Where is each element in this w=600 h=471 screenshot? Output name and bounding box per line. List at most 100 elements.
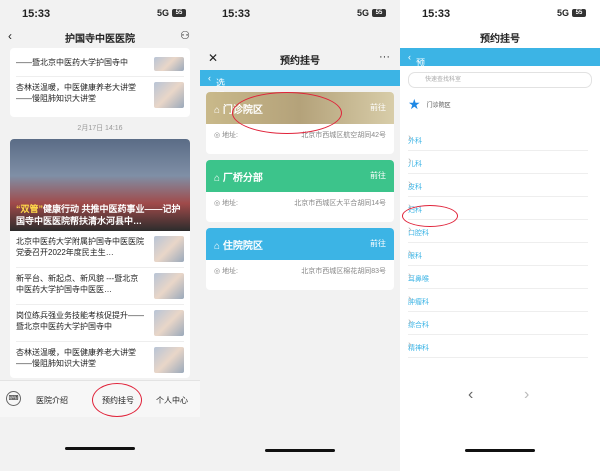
section-header: ‹ 选择院区 <box>200 70 400 127</box>
pin-icon: ◎ <box>214 200 221 207</box>
chevron-right-icon: › <box>408 247 412 259</box>
more-icon[interactable]: ··· <box>379 51 390 63</box>
article-title: 杏林送温暖，中医健康养老大讲堂——慢阻肺知识大讲堂 <box>16 348 136 368</box>
star-icon: ★ <box>408 96 421 112</box>
page-title: 预约挂号 <box>280 56 320 67</box>
department-item[interactable]: 综合科 › <box>408 312 588 335</box>
article-title: 杏林送温暖，中医健康养老大讲堂——慢阻肺知识大讲堂 <box>16 83 136 103</box>
list-item[interactable]: ——暨北京中医药大学护国寺中 <box>16 52 184 77</box>
hero-image[interactable]: “双管”健康行动 共推中医药事业——记护国寺中医医院帮扶清水河县中… <box>10 139 190 231</box>
campus-card[interactable]: ⌂ 门诊院区 前往 ◎ 地址: 北京市西城区航空胡同42号 <box>206 92 394 154</box>
battery-icon: 55 <box>172 9 186 17</box>
home-icon: ⌂ <box>214 241 221 252</box>
address-label: 地址: <box>222 268 239 275</box>
phone-home: 15:33 5G 55 ‹ 护国寺中医医院 ⚇ ——暨北京中医药大学护国寺中 杏林… <box>0 0 200 471</box>
campus-address: 北京市西城区航空胡同42号 <box>301 132 386 139</box>
highlight-ring <box>92 383 142 417</box>
highlight-ring <box>402 205 458 227</box>
battery-icon: 55 <box>372 9 386 17</box>
keyboard-icon[interactable]: ⌨ <box>6 391 21 406</box>
phone-select-department: 15:33 5G 55 预约挂号 ‹ 预约科室选择 快速查找科室 ★ 门诊院区 外科… <box>400 0 600 471</box>
status-time: 15:33 <box>422 8 451 20</box>
department-item[interactable]: 外科 › <box>408 128 588 151</box>
article-thumbnail <box>154 57 184 71</box>
department-item[interactable]: 精神科 › <box>408 335 588 358</box>
department-item[interactable]: 肿瘤科 › <box>408 289 588 312</box>
article-title: ——暨北京中医药大学护国寺中 <box>16 58 128 67</box>
home-indicator <box>465 449 535 452</box>
article-title: 新平台、新起点、新风貌 ---暨北京中医药大学护国寺中医医… <box>16 274 139 294</box>
department-item[interactable]: 耳鼻喉 › <box>408 266 588 289</box>
back-arrow-icon[interactable]: ‹ <box>468 386 473 404</box>
article-thumbnail <box>154 347 184 373</box>
campus-banner: ⌂ 厂桥分部 前往 <box>206 160 394 192</box>
department-item[interactable]: 皮科 › <box>408 174 588 197</box>
list-item[interactable]: 杏林送温暖，中医健康养老大讲堂——慢阻肺知识大讲堂 <box>16 342 184 378</box>
search-input[interactable]: 快速查找科室 <box>408 72 592 88</box>
chevron-right-icon: › <box>408 178 412 190</box>
section-header: ‹ 预约科室选择 <box>400 48 600 133</box>
list-item[interactable]: 北京中医药大学附属护国寺中医医院党委召开2022年度民主生… <box>16 231 184 268</box>
chevron-right-icon: › <box>408 339 412 351</box>
department-item[interactable]: 眼科 › <box>408 243 588 266</box>
campus-address: 北京市西城区大平合胡同14号 <box>294 200 386 207</box>
chevron-right-icon: › <box>408 293 412 305</box>
tab-bar: ⌨ 医院介绍 预约挂号 个人中心 <box>0 380 200 417</box>
article-title: 北京中医药大学附属护国寺中医医院党委召开2022年度民主生… <box>16 237 144 257</box>
outpatient-label: ★ 门诊院区 <box>408 96 451 112</box>
campus-go[interactable]: 前往 <box>370 102 386 113</box>
list-item[interactable]: 岗位练兵强业务技能考核促提升——暨北京中医药大学护国寺中 <box>16 305 184 342</box>
campus-go[interactable]: 前往 <box>370 170 386 181</box>
home-indicator <box>65 447 135 450</box>
post-date: 2月17日 14:16 <box>77 125 123 132</box>
profile-icon[interactable]: ⚇ <box>180 29 190 42</box>
article-thumbnail <box>154 310 184 336</box>
nav-bar: 预约挂号 <box>400 26 600 48</box>
campus-banner: ⌂ 住院院区 前往 <box>206 228 394 260</box>
campus-address: 北京市西城区棉花胡同83号 <box>301 268 386 275</box>
signal-text: 5G <box>556 8 569 18</box>
pin-icon: ◎ <box>214 132 221 139</box>
home-icon: ⌂ <box>214 173 221 184</box>
tab-personal-center[interactable]: 个人中心 <box>156 395 188 406</box>
department-item[interactable]: 儿科 › <box>408 151 588 174</box>
article-card: ——暨北京中医药大学护国寺中 杏林送温暖，中医健康养老大讲堂——慢阻肺知识大讲堂 <box>10 48 190 117</box>
status-bar: 15:33 5G 55 <box>400 0 600 26</box>
page-title: 预约挂号 <box>480 34 520 45</box>
pin-icon: ◎ <box>214 268 221 275</box>
section-title: 预约科室选择 <box>416 58 426 133</box>
article-card: “双管”健康行动 共推中医药事业——记护国寺中医医院帮扶清水河县中… 北京中医药… <box>10 139 190 378</box>
battery-icon: 55 <box>572 9 586 17</box>
nav-bar: ‹ 护国寺中医医院 ⚇ <box>0 26 200 48</box>
address-label: 地址: <box>222 132 239 139</box>
article-feed: ——暨北京中医药大学护国寺中 杏林送温暖，中医健康养老大讲堂——慢阻肺知识大讲堂… <box>10 48 190 384</box>
phone-select-campus: 15:33 5G55 ✕ 预约挂号 ··· ‹ 选择院区 ⌂ 门诊院区 前往 ◎… <box>200 0 400 471</box>
tab-hospital-intro[interactable]: 医院介绍 <box>36 395 68 406</box>
campus-name: 厂桥分部 <box>222 173 263 184</box>
page-title: 护国寺中医医院 <box>65 34 135 45</box>
signal-text: 5G <box>156 8 169 18</box>
status-time: 15:33 <box>222 8 251 20</box>
hero-caption-highlight: “双管” <box>16 204 44 214</box>
signal-text: 5G <box>356 8 369 18</box>
forward-arrow-icon[interactable]: › <box>524 386 529 404</box>
campus-go[interactable]: 前往 <box>370 238 386 249</box>
status-bar: 15:33 5G 55 <box>0 0 200 26</box>
chevron-right-icon: › <box>408 155 412 167</box>
chevron-right-icon: › <box>408 132 412 144</box>
campus-name: 住院院区 <box>222 241 263 252</box>
campus-card[interactable]: ⌂ 住院院区 前往 ◎ 地址: 北京市西城区棉花胡同83号 <box>206 228 394 290</box>
article-thumbnail <box>154 273 184 299</box>
campus-card[interactable]: ⌂ 厂桥分部 前往 ◎ 地址: 北京市西城区大平合胡同14号 <box>206 160 394 222</box>
highlight-ring <box>232 92 342 134</box>
article-title: 岗位练兵强业务技能考核促提升——暨北京中医药大学护国寺中 <box>16 311 144 331</box>
list-item[interactable]: 新平台、新起点、新风貌 ---暨北京中医药大学护国寺中医医… <box>16 268 184 305</box>
chevron-right-icon: › <box>408 270 412 282</box>
status-time: 15:33 <box>22 8 51 20</box>
chevron-right-icon: › <box>408 316 412 328</box>
status-bar: 15:33 5G 55 <box>200 0 400 26</box>
list-item[interactable]: 杏林送温暖，中医健康养老大讲堂——慢阻肺知识大讲堂 <box>16 77 184 113</box>
address-label: 地址: <box>222 200 239 207</box>
home-indicator <box>265 449 335 452</box>
article-thumbnail <box>154 236 184 262</box>
